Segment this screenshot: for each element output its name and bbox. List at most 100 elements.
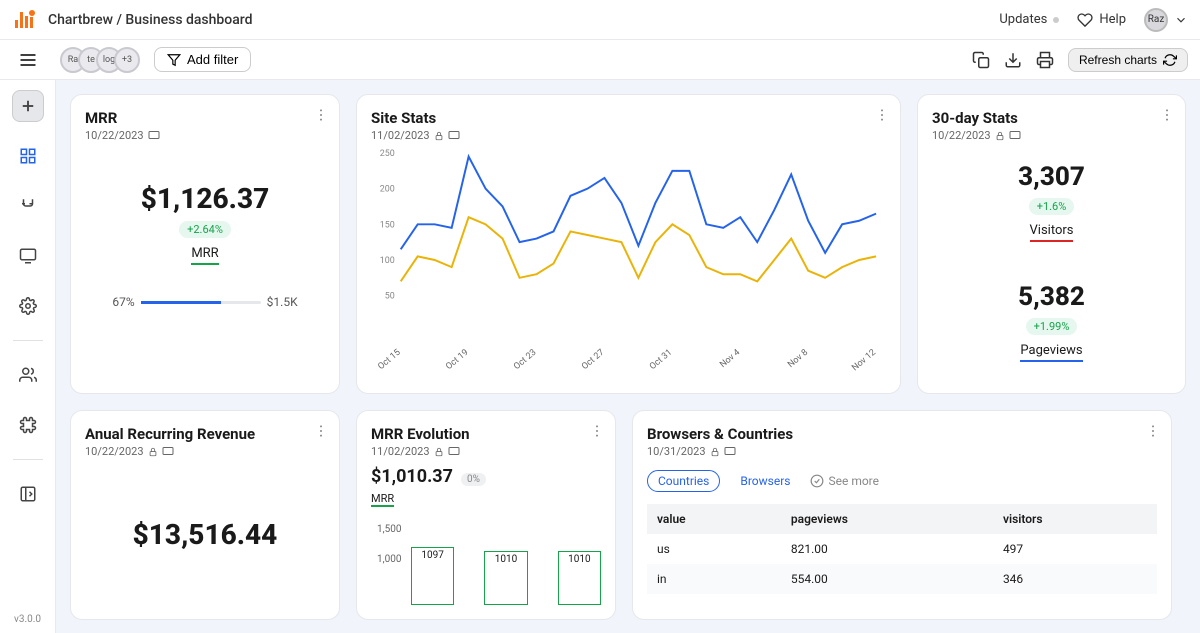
svg-text:Oct 23: Oct 23 (512, 348, 538, 372)
copy-icon[interactable] (972, 51, 990, 69)
mrrevo-label: MRR (371, 492, 394, 507)
print-icon[interactable] (1036, 51, 1054, 69)
card-30day-stats: 30-day Stats 10/22/2023 3,307 +1.6% Visi… (917, 94, 1186, 394)
screen-icon (724, 446, 736, 458)
lock-icon (995, 131, 1005, 141)
svg-text:Oct 27: Oct 27 (580, 348, 606, 372)
updates-link[interactable]: Updates (999, 12, 1059, 27)
card-title: Site Stats (371, 109, 886, 127)
filter-chips[interactable]: Ra te log +3 (60, 47, 140, 73)
col-value: value (647, 504, 781, 534)
card-menu-icon[interactable] (313, 423, 329, 439)
sidebar-dashboard[interactable] (12, 140, 44, 172)
card-subtitle: 10/31/2023 (647, 445, 1157, 458)
add-filter-button[interactable]: Add filter (154, 47, 251, 72)
card-subtitle: 11/02/2023 (371, 129, 886, 142)
svg-text:50: 50 (385, 292, 395, 302)
add-button[interactable] (12, 90, 44, 122)
filter-chip[interactable]: +3 (114, 47, 140, 73)
card-subtitle: 11/02/2023 (371, 445, 601, 458)
lock-icon (434, 447, 444, 457)
svg-text:Nov 8: Nov 8 (786, 348, 810, 370)
bar: 1010 (484, 551, 527, 605)
pageviews-delta: +1.99% (1026, 318, 1078, 335)
avatar: Raz (1144, 8, 1168, 32)
pageviews-label: Pageviews (1020, 343, 1082, 362)
card-subtitle: 10/22/2023 (85, 129, 325, 142)
svg-text:Oct 31: Oct 31 (648, 348, 674, 372)
export-icon[interactable] (1004, 51, 1022, 69)
lock-icon (148, 447, 158, 457)
topbar: Chartbrew / Business dashboard Updates H… (0, 0, 1200, 40)
screen-icon (448, 130, 460, 142)
table-row[interactable]: in554.00346 (647, 564, 1157, 594)
refresh-charts-button[interactable]: Refresh charts (1068, 48, 1188, 72)
svg-text:Nov 12: Nov 12 (850, 348, 878, 372)
arr-value: $13,516.44 (85, 518, 325, 551)
screen-icon (448, 446, 460, 458)
card-subtitle: 10/22/2023 (85, 445, 325, 458)
svg-text:200: 200 (380, 185, 395, 195)
svg-text:100: 100 (380, 256, 395, 266)
content-area: MRR 10/22/2023 $1,126.37 +2.64% MRR 67% … (56, 80, 1200, 633)
card-subtitle: 10/22/2023 (932, 129, 1171, 142)
chartbrew-logo-icon (12, 8, 36, 32)
help-link[interactable]: Help (1077, 12, 1126, 28)
visitors-label: Visitors (1030, 223, 1074, 242)
sidebar-connections[interactable] (12, 190, 44, 222)
svg-text:250: 250 (380, 149, 395, 159)
tab-countries[interactable]: Countries (647, 470, 720, 492)
card-title: 30-day Stats (932, 109, 1171, 127)
refresh-icon (1163, 53, 1177, 67)
bar: 1097 (411, 547, 454, 606)
card-title: MRR (85, 109, 325, 127)
col-visitors: visitors (993, 504, 1157, 534)
svg-text:Nov 4: Nov 4 (718, 348, 742, 370)
updates-label: Updates (999, 12, 1047, 27)
add-filter-label: Add filter (187, 52, 238, 67)
mrrevo-delta: 0% (461, 473, 486, 486)
table-row[interactable]: us821.00497 (647, 534, 1157, 564)
screen-icon (162, 446, 174, 458)
countries-table: value pageviews visitors us821.00497in55… (647, 504, 1157, 594)
user-menu[interactable]: Raz (1144, 8, 1188, 32)
sidebar-settings[interactable] (12, 290, 44, 322)
mrrevo-value: $1,010.37 (371, 466, 453, 487)
help-label: Help (1099, 12, 1126, 27)
hamburger-menu-button[interactable] (18, 50, 38, 70)
card-menu-icon[interactable] (1145, 423, 1161, 439)
progress-max: $1.5K (267, 295, 298, 309)
breadcrumb[interactable]: Chartbrew / Business dashboard (48, 12, 252, 28)
card-title: MRR Evolution (371, 425, 601, 443)
card-mrr-evolution: MRR Evolution 11/02/2023 $1,010.37 0% MR… (356, 410, 616, 620)
sidebar-team[interactable] (12, 359, 44, 391)
col-pageviews: pageviews (781, 504, 993, 534)
pageviews-value: 5,382 (932, 282, 1171, 312)
svg-text:Oct 15: Oct 15 (376, 348, 402, 372)
card-menu-icon[interactable] (874, 107, 890, 123)
sidebar-collapse[interactable] (12, 478, 44, 510)
tab-browsers[interactable]: Browsers (730, 471, 800, 491)
sidebar-screen[interactable] (12, 240, 44, 272)
heart-icon (1077, 12, 1093, 28)
screen-icon (1009, 130, 1021, 142)
mrr-label: MRR (191, 246, 218, 265)
version-label: v3.0.0 (14, 614, 41, 625)
card-menu-icon[interactable] (589, 423, 605, 439)
divider (13, 459, 43, 460)
bar: 1010 (558, 551, 601, 605)
screen-icon (148, 130, 160, 142)
mrr-delta: +2.64% (179, 221, 231, 238)
site-stats-chart: 50100150200250Oct 15Oct 19Oct 23Oct 27Oc… (371, 142, 886, 372)
card-title: Anual Recurring Revenue (85, 425, 325, 443)
see-more-button[interactable]: See more (810, 474, 879, 488)
divider (13, 340, 43, 341)
sidebar-integrations[interactable] (12, 409, 44, 441)
sidebar: v3.0.0 (0, 80, 56, 633)
card-menu-icon[interactable] (313, 107, 329, 123)
progress-bar (141, 301, 261, 304)
svg-text:150: 150 (380, 220, 395, 230)
card-site-stats: Site Stats 11/02/2023 50 100 150 200 250 Oct … (356, 94, 901, 394)
progress-pct: 67% (112, 295, 134, 309)
card-menu-icon[interactable] (1159, 107, 1175, 123)
